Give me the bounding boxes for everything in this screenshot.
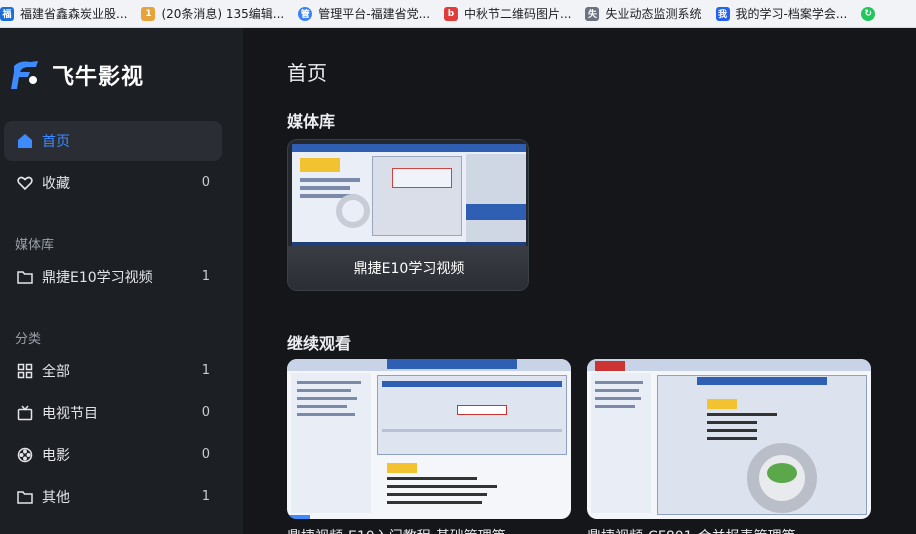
- tv-icon: [16, 404, 34, 422]
- bookmark-favicon-icon: 我: [715, 6, 730, 21]
- app-logo[interactable]: 飞牛影视: [10, 58, 144, 92]
- category-section-label: 分类: [15, 332, 42, 347]
- continue-title-1[interactable]: 鼎捷视频-E10入门教程-基础管理篇-: [287, 526, 571, 534]
- nav-movie-label: 电影: [42, 448, 70, 464]
- folder-icon: [16, 268, 34, 286]
- library-item-count: 1: [201, 269, 210, 284]
- bookmark-favicon-icon: b: [444, 6, 459, 21]
- bookmark-6[interactable]: 我我的学习-档案学会...: [715, 0, 856, 27]
- film-reel-icon: [16, 446, 34, 464]
- nav-tv-label: 电视节目: [42, 406, 98, 422]
- nav-favorites-label: 收藏: [42, 176, 70, 192]
- bookmark-1[interactable]: 福福建省鑫森炭业股...: [0, 0, 135, 27]
- continue-card-2[interactable]: [587, 359, 871, 519]
- bookmark-favicon-icon: ↻: [861, 6, 876, 21]
- bookmark-3[interactable]: 管管理平台-福建省党...: [298, 0, 438, 27]
- bookmark-label: (20条消息) 135编辑...: [161, 7, 285, 21]
- nav-tv[interactable]: 电视节目 0: [4, 393, 222, 433]
- bookmark-favicon-icon: 管: [298, 6, 313, 21]
- favorites-count: 0: [201, 175, 210, 190]
- nav-movie[interactable]: 电影 0: [4, 435, 222, 475]
- bookmark-4[interactable]: b 中秋节二维码图片...: [444, 0, 579, 27]
- home-icon: [16, 132, 34, 150]
- bookmark-label: 失业动态监测系统: [605, 7, 702, 21]
- bookmark-label: 管理平台-福建省党...: [318, 7, 431, 21]
- library-section-label: 媒体库: [15, 238, 55, 253]
- continue-title-2[interactable]: 鼎捷视频-CF801-合并报表管理篇-: [587, 526, 871, 534]
- main-content: 首页 媒体库 鼎捷E10学习视频 继续观看: [243, 28, 916, 534]
- continue-progress-bar: [287, 515, 310, 519]
- nav-all[interactable]: 全部 1: [4, 351, 222, 391]
- bookmark-label: 中秋节二维码图片...: [464, 7, 572, 21]
- nav-library-item[interactable]: 鼎捷E10学习视频 1: [4, 257, 222, 297]
- nav-library-item-label: 鼎捷E10学习视频: [42, 270, 153, 286]
- bookmarks-bar: 福福建省鑫森炭业股... 1 (20条消息) 135编辑... 管管理平台-福建省…: [0, 0, 916, 28]
- page-title: 首页: [287, 61, 327, 85]
- library-heading: 媒体库: [287, 112, 336, 131]
- tv-count: 0: [201, 405, 210, 420]
- bookmark-5[interactable]: 失失业动态监测系统: [585, 0, 709, 27]
- library-card[interactable]: 鼎捷E10学习视频: [287, 139, 529, 291]
- other-count: 1: [201, 489, 210, 504]
- bookmark-2[interactable]: 1 (20条消息) 135编辑...: [141, 0, 292, 27]
- bookmark-7[interactable]: ↻: [861, 0, 889, 27]
- nav-other-label: 其他: [42, 490, 70, 506]
- library-card-label: 鼎捷E10学习视频: [353, 261, 465, 277]
- bookmark-favicon-icon: 1: [141, 6, 156, 21]
- continue-card-1[interactable]: [287, 359, 571, 519]
- nav-home[interactable]: 首页: [4, 121, 222, 161]
- all-count: 1: [201, 363, 210, 378]
- nav-favorites[interactable]: 收藏 0: [4, 163, 222, 203]
- folder-icon: [16, 488, 34, 506]
- nav-home-label: 首页: [42, 134, 70, 150]
- movie-count: 0: [201, 447, 210, 462]
- library-thumbnail: [292, 144, 526, 250]
- heart-icon: [16, 174, 34, 192]
- nav-all-label: 全部: [42, 364, 70, 380]
- bookmark-label: 我的学习-档案学会...: [735, 7, 848, 21]
- grid-icon: [16, 362, 34, 380]
- continue-heading: 继续观看: [287, 334, 352, 353]
- fn-logo-icon: [10, 58, 42, 92]
- sidebar: 飞牛影视 首页 收藏 0 媒体库 鼎捷E10学习视频 1 分类 全部 1 电视节…: [0, 28, 243, 534]
- bookmark-favicon-icon: 失: [585, 6, 600, 21]
- bookmark-label: 福建省鑫森炭业股...: [20, 7, 128, 21]
- app-name: 飞牛影视: [52, 65, 145, 90]
- bookmark-favicon-icon: 福: [0, 6, 14, 21]
- nav-other[interactable]: 其他 1: [4, 477, 222, 517]
